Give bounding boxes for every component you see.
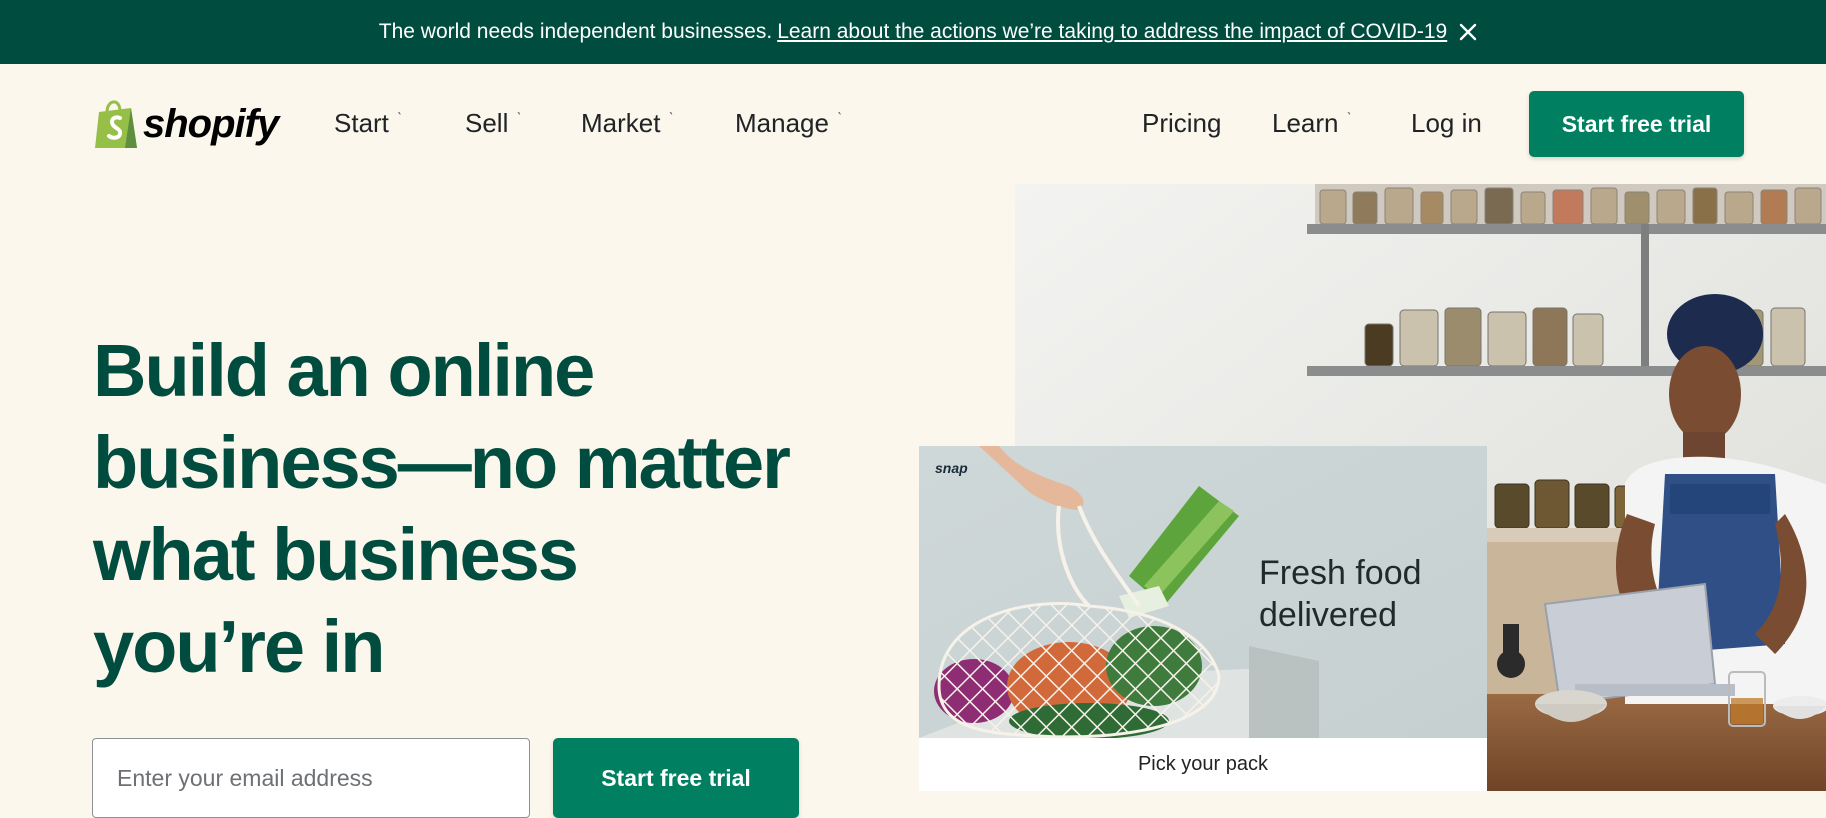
chevron-down-icon: ˋ — [396, 110, 403, 128]
nav-sell[interactable]: Sell ˋ — [465, 108, 522, 139]
covid-info-link[interactable]: Learn about the actions we’re taking to … — [777, 20, 1447, 44]
nav-start[interactable]: Start ˋ — [334, 108, 402, 139]
close-icon[interactable] — [1450, 14, 1486, 50]
card-headline-line: delivered — [1259, 596, 1397, 634]
nav-start-label: Start — [334, 108, 389, 138]
nav-login-label: Log in — [1411, 108, 1482, 138]
logo-wordmark: shopify — [143, 101, 279, 146]
nav-manage[interactable]: Manage ˋ — [735, 108, 842, 139]
nav-pricing[interactable]: Pricing — [1142, 108, 1221, 139]
main-navigation: shopify Start ˋ Sell ˋ Market ˋ Manage ˋ… — [0, 64, 1826, 184]
shopping-bag-icon — [95, 100, 137, 148]
product-image: snap Fresh food delivered — [919, 446, 1487, 738]
start-free-trial-button[interactable]: Start free trial — [1529, 91, 1744, 157]
card-headline-line: Fresh food — [1259, 554, 1422, 592]
chevron-down-icon: ˋ — [668, 110, 674, 128]
hero-headline-line: Build an online — [93, 329, 595, 412]
nav-login[interactable]: Log in — [1411, 108, 1482, 139]
nav-sell-label: Sell — [465, 108, 509, 138]
email-field[interactable] — [92, 738, 530, 818]
store-preview-card: snap Fresh food delivered Pick your pack — [919, 446, 1487, 791]
announcement-message: The world needs independent businesses. — [378, 20, 773, 43]
hero-headline: Build an online business—no matter what … — [93, 325, 853, 693]
nav-learn-label: Learn — [1272, 108, 1339, 138]
chevron-down-icon: ˋ — [516, 110, 522, 128]
hero-headline-line: what business — [93, 513, 579, 596]
hero-headline-line: business—no matter — [93, 421, 791, 504]
hero-headline-line: you’re in — [93, 605, 385, 688]
nav-manage-label: Manage — [735, 108, 829, 138]
nav-pricing-label: Pricing — [1142, 108, 1222, 138]
card-headline: Fresh food delivered — [1259, 552, 1422, 636]
store-brand-logo: snap — [935, 460, 968, 476]
hero-start-free-trial-button[interactable]: Start free trial — [553, 738, 799, 818]
announcement-bar: The world needs independent businesses. … — [0, 0, 1826, 64]
shopify-logo[interactable]: shopify — [93, 96, 279, 152]
pick-your-pack-label: Pick your pack — [919, 738, 1487, 791]
nav-market-label: Market — [581, 108, 661, 138]
nav-market[interactable]: Market ˋ — [581, 108, 674, 139]
email-input[interactable] — [117, 764, 505, 792]
nav-learn[interactable]: Learn ˋ — [1272, 108, 1352, 139]
chevron-down-icon: ˋ — [1346, 110, 1352, 128]
chevron-down-icon: ˋ — [836, 110, 843, 128]
